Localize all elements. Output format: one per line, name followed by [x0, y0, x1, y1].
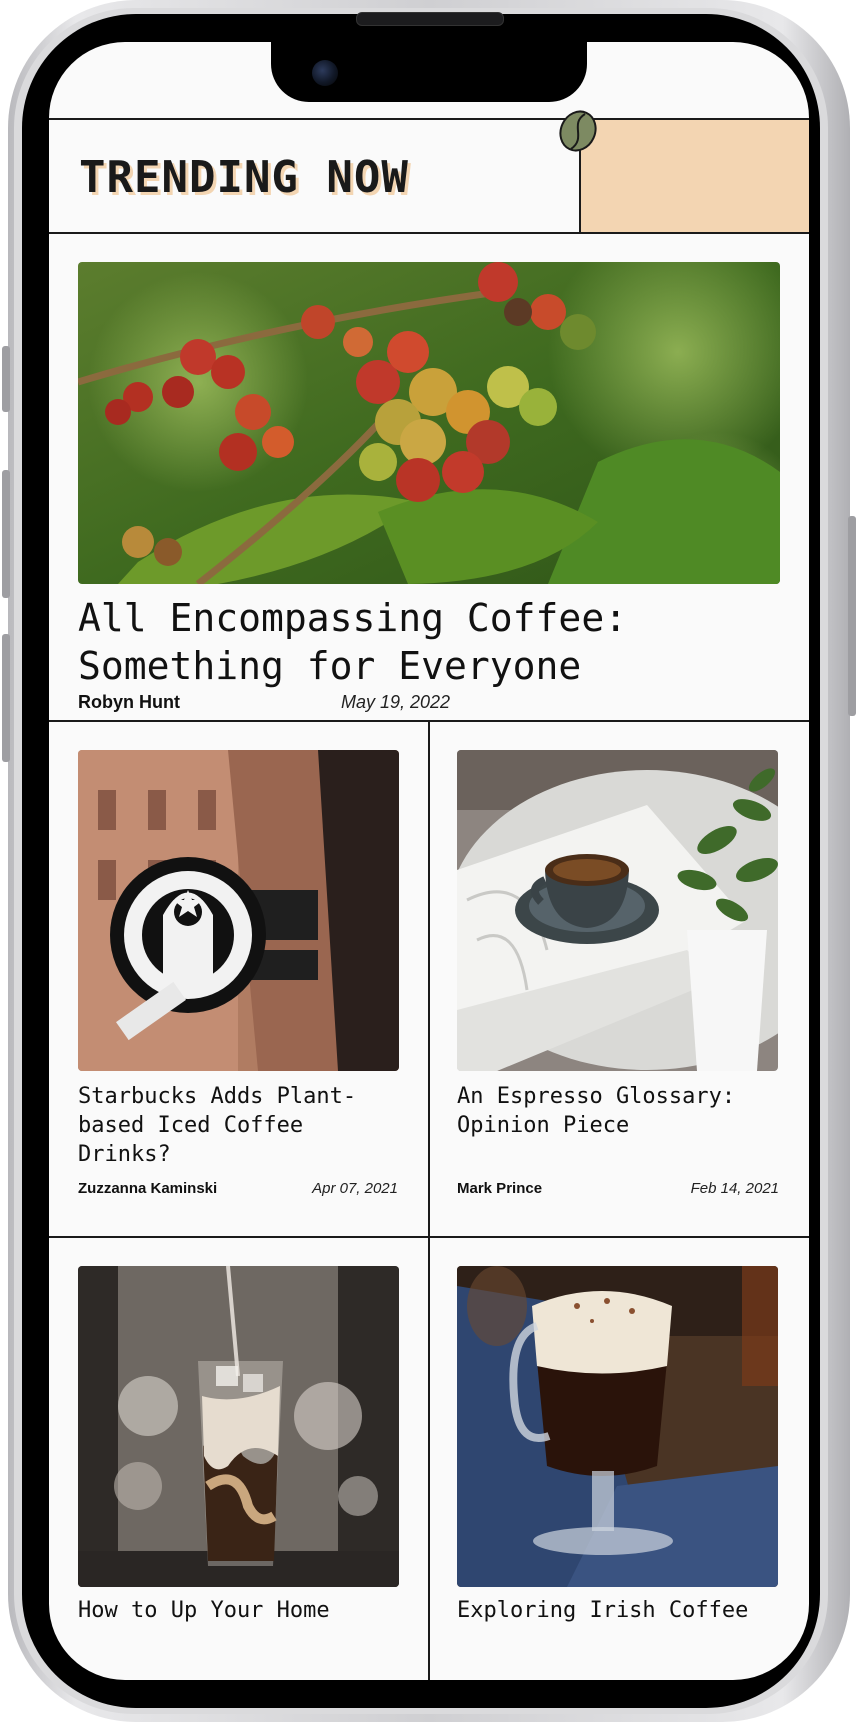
section-header: TRENDING NOW	[49, 110, 809, 234]
starbucks-sign-photo	[78, 750, 399, 1071]
notch	[271, 42, 587, 102]
volume-down-button	[2, 634, 10, 762]
front-camera-icon	[312, 60, 338, 86]
article-headline[interactable]: Starbucks Adds Plant-based Iced Coffee D…	[78, 1082, 398, 1169]
article-card[interactable]: An Espresso Glossary: Opinion Piece Mark…	[430, 722, 809, 1236]
espresso-cup-photo	[457, 750, 778, 1071]
irish-coffee-photo	[457, 1266, 778, 1587]
article-author[interactable]: Zuzzanna Kaminski	[78, 1180, 217, 1197]
article-card[interactable]: Starbucks Adds Plant-based Iced Coffee D…	[49, 722, 428, 1236]
power-button	[848, 516, 856, 716]
article-date: Apr 07, 2021	[312, 1180, 398, 1197]
article-headline[interactable]: How to Up Your Home	[78, 1596, 398, 1625]
article-author[interactable]: Mark Prince	[457, 1180, 542, 1197]
featured-article-card[interactable]: All Encompassing Coffee: Something for E…	[49, 234, 809, 722]
coffee-bean-icon	[559, 110, 597, 152]
featured-author[interactable]: Robyn Hunt	[78, 692, 180, 713]
article-card[interactable]: How to Up Your Home	[49, 1238, 428, 1680]
earpiece-speaker	[356, 12, 504, 26]
article-headline[interactable]: An Espresso Glossary: Opinion Piece	[457, 1082, 777, 1140]
iced-coffee-photo	[78, 1266, 399, 1587]
featured-headline[interactable]: All Encompassing Coffee: Something for E…	[78, 594, 758, 690]
screen: TRENDING NOW All Encompassing Coffee: So…	[49, 42, 809, 1680]
article-headline[interactable]: Exploring Irish Coffee	[457, 1596, 777, 1625]
accent-block	[579, 120, 809, 232]
coffee-cherries-photo	[78, 262, 780, 584]
page-title: TRENDING NOW	[79, 152, 409, 203]
action-button	[2, 346, 10, 412]
article-card[interactable]: Exploring Irish Coffee	[430, 1238, 809, 1680]
volume-up-button	[2, 470, 10, 598]
featured-date: May 19, 2022	[341, 692, 451, 712]
article-date: Feb 14, 2021	[690, 1180, 779, 1197]
